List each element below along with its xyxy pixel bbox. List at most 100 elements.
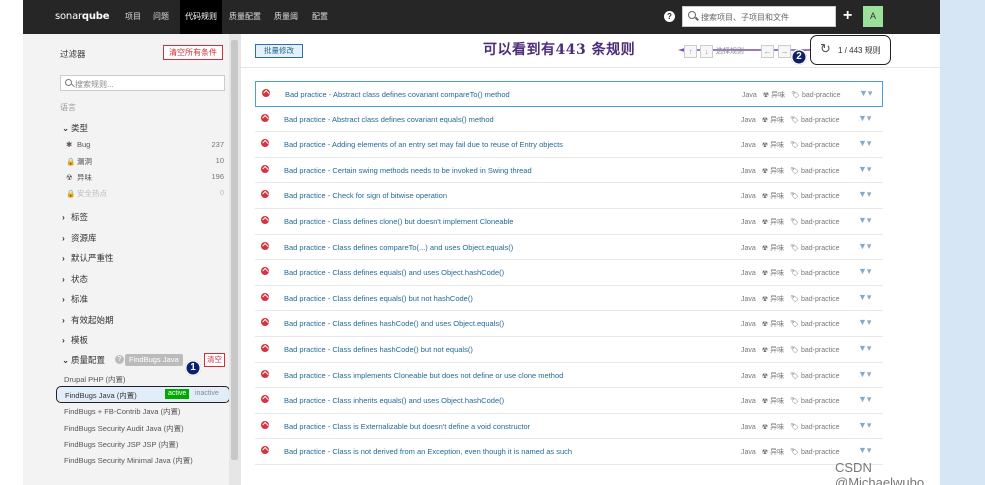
rule-title-link[interactable]: Bad practice - Class is Externalizable b… <box>284 422 530 431</box>
quality-profile-item[interactable]: FindBugs Security Minimal Java (内置) <box>64 455 193 466</box>
nav-quality-profiles[interactable]: 质量配置 <box>229 0 261 34</box>
facet-available-since[interactable]: › 有效起始期 <box>62 314 114 326</box>
rule-title-link[interactable]: Bad practice - Class defines equals() an… <box>284 268 504 277</box>
rule-title-link[interactable]: Bad practice - Check for sign of bitwise… <box>284 191 447 200</box>
rule-title-link[interactable]: Bad practice - Class defines equals() bu… <box>284 294 473 303</box>
rule-title-link[interactable]: Bad practice - Abstract class defines co… <box>285 90 510 99</box>
global-search-input[interactable]: 搜索项目、子项目和文件 <box>682 6 836 27</box>
rule-title-link[interactable]: Bad practice - Adding elements of an ent… <box>284 140 563 149</box>
quality-profile-item[interactable]: FindBugs Security JSP JSP (内置) <box>64 439 178 450</box>
filter-similar-icon[interactable]: ▼▾ <box>859 88 872 99</box>
type-code-smell[interactable]: ☢ 异味 196 <box>66 172 224 184</box>
rule-row[interactable]: Bad practice - Check for sign of bitwise… <box>255 183 883 209</box>
rule-row[interactable]: Bad practice - Abstract class defines co… <box>255 81 883 107</box>
help-icon[interactable]: ? <box>664 11 675 22</box>
filter-similar-icon[interactable]: ▼▾ <box>858 215 871 226</box>
rule-title-link[interactable]: Bad practice - Class defines hashCode() … <box>284 319 504 328</box>
previous-rule-button[interactable]: ↑ <box>684 45 697 58</box>
facet-quality-profile[interactable]: ⌄ 质量配置 <box>62 354 105 366</box>
help-icon[interactable]: ? <box>115 355 124 364</box>
rule-title-link[interactable]: Bad practice - Class defines clone() but… <box>284 217 513 226</box>
rule-tag[interactable]: bad-practice <box>801 373 840 380</box>
filter-similar-icon[interactable]: ▼▾ <box>858 445 871 456</box>
filter-similar-icon[interactable]: ▼▾ <box>858 420 871 431</box>
reload-icon[interactable]: ↻ <box>820 41 831 57</box>
filter-similar-icon[interactable]: ▼▾ <box>858 241 871 252</box>
nav-quality-gates[interactable]: 质量阈 <box>274 0 298 34</box>
rule-title-link[interactable]: Bad practice - Class defines hashCode() … <box>284 345 473 354</box>
rule-row[interactable]: Bad practice - Class defines equals() bu… <box>255 286 883 312</box>
rule-tag[interactable]: bad-practice <box>801 245 840 252</box>
filter-similar-icon[interactable]: ▼▾ <box>858 292 871 303</box>
rule-row[interactable]: Bad practice - Abstract class defines co… <box>255 107 883 133</box>
inactive-toggle[interactable]: inactive <box>195 390 219 397</box>
plus-icon[interactable]: + <box>843 6 852 26</box>
rule-title-link[interactable]: Bad practice - Abstract class defines co… <box>284 115 494 124</box>
rule-tag[interactable]: bad-practice <box>801 142 840 149</box>
quality-profile-item-selected[interactable]: FindBugs Java (内置) active inactive <box>56 386 230 403</box>
rule-tag[interactable]: bad-practice <box>801 219 840 226</box>
bulk-change-button[interactable]: 批量修改 <box>255 44 303 58</box>
facet-status[interactable]: › 状态 <box>62 273 88 285</box>
avatar[interactable]: A <box>863 6 883 27</box>
nav-issues[interactable]: 问题 <box>153 0 169 34</box>
filter-similar-icon[interactable]: ▼▾ <box>858 266 871 277</box>
filter-similar-icon[interactable]: ▼▾ <box>858 164 871 175</box>
previous-page-button[interactable]: ← <box>761 45 774 58</box>
next-page-button[interactable]: → <box>778 45 791 58</box>
nav-rules[interactable]: 代码规则 <box>180 0 222 34</box>
rule-row[interactable]: Bad practice - Class implements Cloneabl… <box>255 363 883 389</box>
facet-type[interactable]: ⌄ 类型 <box>62 122 88 134</box>
language-facet[interactable]: 语言 <box>60 102 76 113</box>
rule-row[interactable]: Bad practice - Class defines hashCode() … <box>255 337 883 363</box>
clear-quality-profile-button[interactable]: 清空 <box>204 353 225 367</box>
rule-row[interactable]: Bad practice - Class defines hashCode() … <box>255 311 883 337</box>
facet-template[interactable]: › 模板 <box>62 334 88 346</box>
rule-title-link[interactable]: Bad practice - Class is not derived from… <box>284 447 572 456</box>
filter-similar-icon[interactable]: ▼▾ <box>858 394 871 405</box>
filter-similar-icon[interactable]: ▼▾ <box>858 317 871 328</box>
rule-row[interactable]: Bad practice - Certain swing methods nee… <box>255 158 883 184</box>
next-rule-button[interactable]: ↓ <box>700 45 713 58</box>
filter-similar-icon[interactable]: ▼▾ <box>858 113 871 124</box>
clear-all-filters-button[interactable]: 清空所有条件 <box>163 45 223 60</box>
rule-tag[interactable]: bad-practice <box>801 347 840 354</box>
quality-profile-item[interactable]: FindBugs + FB-Contrib Java (内置) <box>64 406 181 417</box>
facet-default-severity[interactable]: › 默认严重性 <box>62 252 114 264</box>
rule-tag[interactable]: bad-practice <box>801 117 840 124</box>
rule-title-link[interactable]: Bad practice - Certain swing methods nee… <box>284 166 532 175</box>
rule-row[interactable]: Bad practice - Class defines equals() an… <box>255 260 883 286</box>
rule-title-link[interactable]: Bad practice - Class implements Cloneabl… <box>284 371 563 380</box>
rule-row[interactable]: Bad practice - Class is Externalizable b… <box>255 414 883 440</box>
rule-row[interactable]: Bad practice - Adding elements of an ent… <box>255 132 883 158</box>
quality-profile-item[interactable]: FindBugs Security Audit Java (内置) <box>64 423 184 434</box>
rule-title-link[interactable]: Bad practice - Class inherits equals() a… <box>284 396 504 405</box>
filter-similar-icon[interactable]: ▼▾ <box>858 138 871 149</box>
rule-tag[interactable]: bad-practice <box>801 296 840 303</box>
rule-search-input[interactable]: 搜索规则... <box>60 75 225 91</box>
rule-tag[interactable]: bad-practice <box>801 398 840 405</box>
rule-tag[interactable]: bad-practice <box>801 321 840 328</box>
rule-tag[interactable]: bad-practice <box>801 193 840 200</box>
rule-tag[interactable]: bad-practice <box>801 449 840 456</box>
facet-standards[interactable]: › 标准 <box>62 293 88 305</box>
rule-title-link[interactable]: Bad practice - Class defines compareTo(.… <box>284 243 513 252</box>
filter-similar-icon[interactable]: ▼▾ <box>858 369 871 380</box>
type-bug[interactable]: ✱ Bug 237 <box>66 140 224 152</box>
facet-repository[interactable]: › 资源库 <box>62 232 97 244</box>
rule-row[interactable]: Bad practice - Class inherits equals() a… <box>255 388 883 414</box>
facet-tags[interactable]: › 标签 <box>62 211 88 223</box>
rule-tag[interactable]: bad-practice <box>801 270 840 277</box>
rule-tag[interactable]: bad-practice <box>801 168 840 175</box>
sonarqube-logo[interactable]: sonarqube <box>55 11 110 22</box>
sidebar-scrollbar-thumb[interactable] <box>231 40 238 460</box>
rule-row[interactable]: Bad practice - Class defines compareTo(.… <box>255 235 883 261</box>
active-toggle[interactable]: active <box>165 389 190 399</box>
nav-administration[interactable]: 配置 <box>312 0 328 34</box>
filter-similar-icon[interactable]: ▼▾ <box>858 343 871 354</box>
rule-tag[interactable]: bad-practice <box>802 92 841 99</box>
filter-similar-icon[interactable]: ▼▾ <box>858 189 871 200</box>
rule-row[interactable]: Bad practice - Class defines clone() but… <box>255 209 883 235</box>
rule-row[interactable]: Bad practice - Class is not derived from… <box>255 439 883 465</box>
nav-projects[interactable]: 项目 <box>125 0 141 34</box>
